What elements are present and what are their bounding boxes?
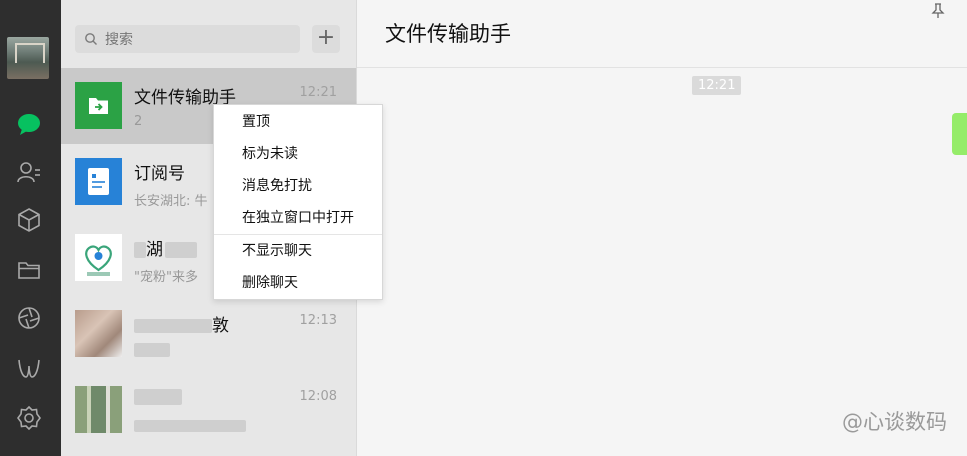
- chat-icon[interactable]: [15, 110, 43, 138]
- chat-name: [134, 387, 182, 407]
- user-avatar[interactable]: [7, 37, 49, 79]
- chat-name: 湖: [134, 235, 197, 260]
- moments-icon[interactable]: [15, 304, 43, 332]
- chat-title: 文件传输助手: [385, 22, 511, 46]
- watermark: @心谈数码: [842, 410, 947, 434]
- chat-preview: [134, 342, 170, 357]
- pin-icon[interactable]: [931, 3, 945, 19]
- message-bubble[interactable]: [952, 113, 967, 155]
- chat-item-group[interactable]: 12:08: [61, 372, 356, 448]
- contacts-icon[interactable]: [15, 158, 43, 186]
- menu-item-hide-chat[interactable]: 不显示聊天: [214, 235, 382, 267]
- folder-icon[interactable]: [15, 256, 43, 284]
- menu-item-pin[interactable]: 置顶: [214, 106, 382, 138]
- settings-icon[interactable]: [15, 404, 43, 432]
- chat-time: 12:08: [299, 389, 337, 404]
- chat-header: 文件传输助手: [357, 0, 967, 68]
- chat-window: 文件传输助手 12:21: [357, 0, 967, 456]
- chat-preview: [134, 418, 246, 433]
- context-menu: 置顶 标为未读 消息免打扰 在独立窗口中打开 不显示聊天 删除聊天: [213, 104, 383, 300]
- subscription-icon: [75, 158, 122, 205]
- chat-preview: "宠粉"来多: [134, 270, 198, 285]
- chat-preview: 长安湖北: 牛: [134, 194, 208, 209]
- nav-sidebar: [0, 0, 61, 456]
- chat-item-contact[interactable]: 敦 12:13: [61, 296, 356, 372]
- message-timestamp: 12:21: [692, 76, 742, 95]
- menu-item-mark-unread[interactable]: 标为未读: [214, 138, 382, 170]
- menu-item-open-window[interactable]: 在独立窗口中打开: [214, 202, 382, 234]
- file-transfer-icon: [75, 82, 122, 129]
- chat-name: 订阅号: [134, 164, 185, 184]
- health-logo-icon: [75, 234, 122, 281]
- mini-programs-icon[interactable]: [15, 354, 43, 382]
- add-button[interactable]: +: [312, 25, 340, 53]
- chat-time: 12:13: [299, 313, 337, 328]
- favorites-icon[interactable]: [15, 206, 43, 234]
- contact-avatar: [75, 310, 122, 357]
- chat-time: 12:21: [299, 85, 337, 100]
- group-avatar: [75, 386, 122, 433]
- search-box[interactable]: [75, 25, 300, 55]
- menu-item-mute[interactable]: 消息免打扰: [214, 170, 382, 202]
- search-input[interactable]: [103, 25, 297, 55]
- menu-item-delete-chat[interactable]: 删除聊天: [214, 267, 382, 299]
- chat-name: 敦: [134, 311, 229, 336]
- chat-preview: 2: [134, 114, 143, 129]
- search-icon: [85, 33, 97, 45]
